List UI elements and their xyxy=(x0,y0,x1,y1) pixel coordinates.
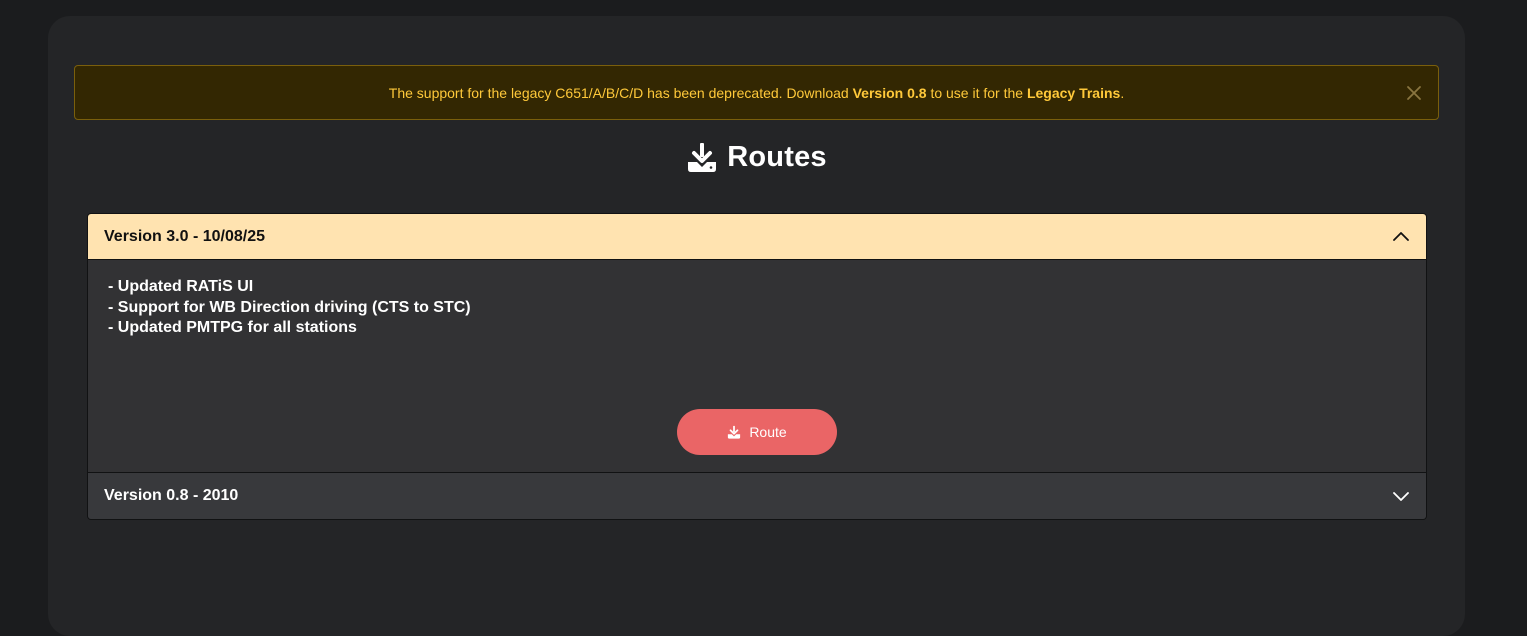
changelog-item: - Support for WB Direction driving (CTS … xyxy=(108,298,471,316)
page-title: Routes xyxy=(727,140,827,173)
main-panel: The support for the legacy C651/A/B/C/D … xyxy=(48,16,1465,636)
close-icon xyxy=(1407,85,1421,100)
accordion-header-label: Version 0.8 - 2010 xyxy=(104,487,239,504)
download-icon xyxy=(688,143,717,172)
route-button-label: Route xyxy=(749,424,787,440)
page-header: Routes xyxy=(48,137,1465,177)
alert-legacy-link[interactable]: Legacy Trains xyxy=(1027,85,1120,101)
changelog-item: - Updated PMTPG for all stations xyxy=(108,319,357,336)
alert-text-end: . xyxy=(1120,84,1125,101)
chevron-down-icon xyxy=(1393,492,1409,501)
alert-text-before: The support for the legacy C651/A/B/C/D … xyxy=(388,84,849,101)
changelog-item: - Updated RATiS UI xyxy=(108,278,254,295)
alert-text-middle: to use it for the xyxy=(930,84,1024,101)
deprecation-alert: The support for the legacy C651/A/B/C/D … xyxy=(74,65,1439,120)
accordion-body-v3: - Updated RATiS UI - Support for WB Dire… xyxy=(88,260,1426,473)
alert-version-link[interactable]: Version 0.8 xyxy=(853,85,927,101)
download-route-button[interactable]: Route xyxy=(677,409,837,455)
chevron-up-icon xyxy=(1393,231,1409,241)
accordion-header-v08[interactable]: Version 0.8 - 2010 xyxy=(88,473,1426,519)
accordion-header-label: Version 3.0 - 10/08/25 xyxy=(104,227,265,245)
alert-message: The support for the legacy C651/A/B/C/D … xyxy=(389,85,1124,101)
alert-close-button[interactable] xyxy=(1404,83,1424,103)
accordion-header-v3[interactable]: Version 3.0 - 10/08/25 xyxy=(88,214,1426,260)
version-accordion: Version 3.0 - 10/08/25 - Updated RATiS U… xyxy=(87,213,1427,520)
download-icon xyxy=(728,425,741,439)
